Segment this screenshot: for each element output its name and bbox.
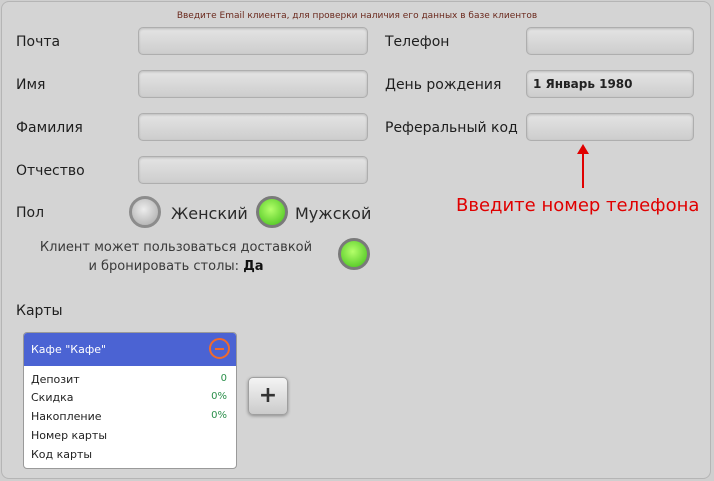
surname-field[interactable] bbox=[138, 113, 368, 141]
email-field[interactable] bbox=[138, 27, 368, 55]
card-item: Кафе "Кафе" Депозит 0 Скидка 0% Накоплен… bbox=[23, 332, 237, 469]
gender-female-radio[interactable] bbox=[129, 196, 161, 228]
cards-label: Карты bbox=[16, 303, 63, 319]
birthday-field[interactable]: 1 Январь 1980 bbox=[526, 70, 694, 98]
card-number-label: Номер карты bbox=[31, 429, 108, 442]
referral-label: Реферальный код bbox=[385, 120, 518, 136]
card-header[interactable]: Кафе "Кафе" bbox=[24, 333, 236, 366]
birthday-label: День рождения bbox=[385, 77, 502, 93]
gender-female-label[interactable]: Женский bbox=[171, 204, 248, 223]
add-card-button[interactable]: + bbox=[248, 377, 288, 415]
gender-label: Пол bbox=[16, 205, 45, 221]
surname-label: Фамилия bbox=[16, 120, 83, 136]
gender-male-label[interactable]: Мужской bbox=[295, 204, 371, 223]
access-toggle[interactable] bbox=[338, 238, 370, 270]
card-accum-label: Накопление bbox=[31, 410, 102, 423]
name-label: Имя bbox=[16, 77, 46, 93]
name-field[interactable] bbox=[138, 70, 368, 98]
phone-field[interactable] bbox=[526, 27, 694, 55]
card-deposit-value: 0 bbox=[220, 373, 227, 384]
card-discount-value: 0% bbox=[211, 391, 227, 402]
access-value: Да bbox=[243, 259, 264, 274]
access-description: Клиент может пользоваться доставкой и бр… bbox=[39, 240, 313, 274]
card-discount-label: Скидка bbox=[31, 391, 74, 404]
card-title: Кафе "Кафе" bbox=[31, 343, 107, 356]
client-form: Введите Email клиента, для проверки нали… bbox=[1, 1, 711, 479]
card-deposit-label: Депозит bbox=[31, 373, 80, 386]
remove-card-icon[interactable] bbox=[209, 338, 230, 359]
email-label: Почта bbox=[16, 34, 61, 50]
phone-label: Телефон bbox=[385, 34, 450, 50]
access-text: Клиент может пользоваться доставкой и бр… bbox=[36, 238, 316, 276]
phone-annotation: Введите номер телефона bbox=[456, 195, 700, 216]
arrow-line bbox=[582, 152, 584, 188]
referral-field[interactable] bbox=[526, 113, 694, 141]
card-accum-value: 0% bbox=[211, 410, 227, 421]
email-hint: Введите Email клиента, для проверки нали… bbox=[176, 11, 538, 21]
patronymic-field[interactable] bbox=[138, 156, 368, 184]
gender-male-radio[interactable] bbox=[256, 196, 288, 228]
patronymic-label: Отчество bbox=[16, 163, 85, 179]
card-code-label: Код карты bbox=[31, 448, 93, 461]
